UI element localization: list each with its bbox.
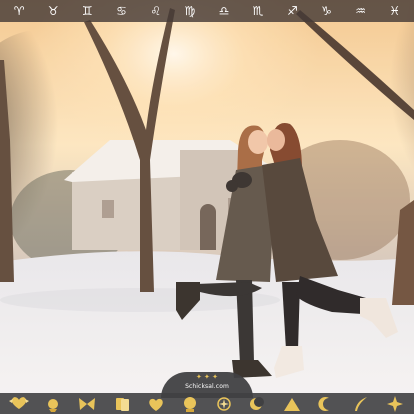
virgo-icon[interactable]: ♍	[177, 1, 203, 21]
aquarius-icon[interactable]: ♒	[348, 1, 374, 21]
crescent-moon-icon[interactable]	[314, 395, 338, 413]
taurus-icon[interactable]: ♉	[40, 1, 66, 21]
libra-icon[interactable]: ♎	[211, 1, 237, 21]
capricorn-icon[interactable]: ♑	[313, 1, 339, 21]
pyramid-icon[interactable]	[280, 395, 304, 413]
sparkle-star-icon[interactable]	[212, 395, 236, 413]
brand-logo-text: Schicksal.com	[185, 383, 229, 390]
heart-shield-icon[interactable]	[144, 395, 168, 413]
sagittarius-icon[interactable]: ♐	[279, 1, 305, 21]
cards-icon[interactable]	[110, 395, 134, 413]
gemini-icon[interactable]: ♊	[74, 1, 100, 21]
crystal-ball-icon[interactable]	[178, 395, 202, 413]
rooster-icon[interactable]	[41, 395, 65, 413]
zodiac-nav-bar: ♈ ♉ ♊ ♋ ♌ ♍ ♎ ♏ ♐ ♑ ♒ ♓	[0, 0, 414, 22]
moon-sun-icon[interactable]	[246, 395, 270, 413]
butterfly-icon[interactable]	[75, 395, 99, 413]
category-nav-bar	[0, 393, 414, 414]
star-burst-icon[interactable]	[383, 395, 407, 413]
scorpio-icon[interactable]: ♏	[245, 1, 271, 21]
logo-stars-icon: ✦ ✦ ✦	[195, 373, 219, 381]
heart-wings-icon[interactable]	[7, 395, 31, 413]
aries-icon[interactable]: ♈	[6, 1, 32, 21]
winter-photo-scene	[0, 0, 414, 414]
cancer-icon[interactable]: ♋	[109, 1, 135, 21]
pisces-icon[interactable]: ♓	[382, 1, 408, 21]
feather-icon[interactable]	[349, 395, 373, 413]
leo-icon[interactable]: ♌	[143, 1, 169, 21]
